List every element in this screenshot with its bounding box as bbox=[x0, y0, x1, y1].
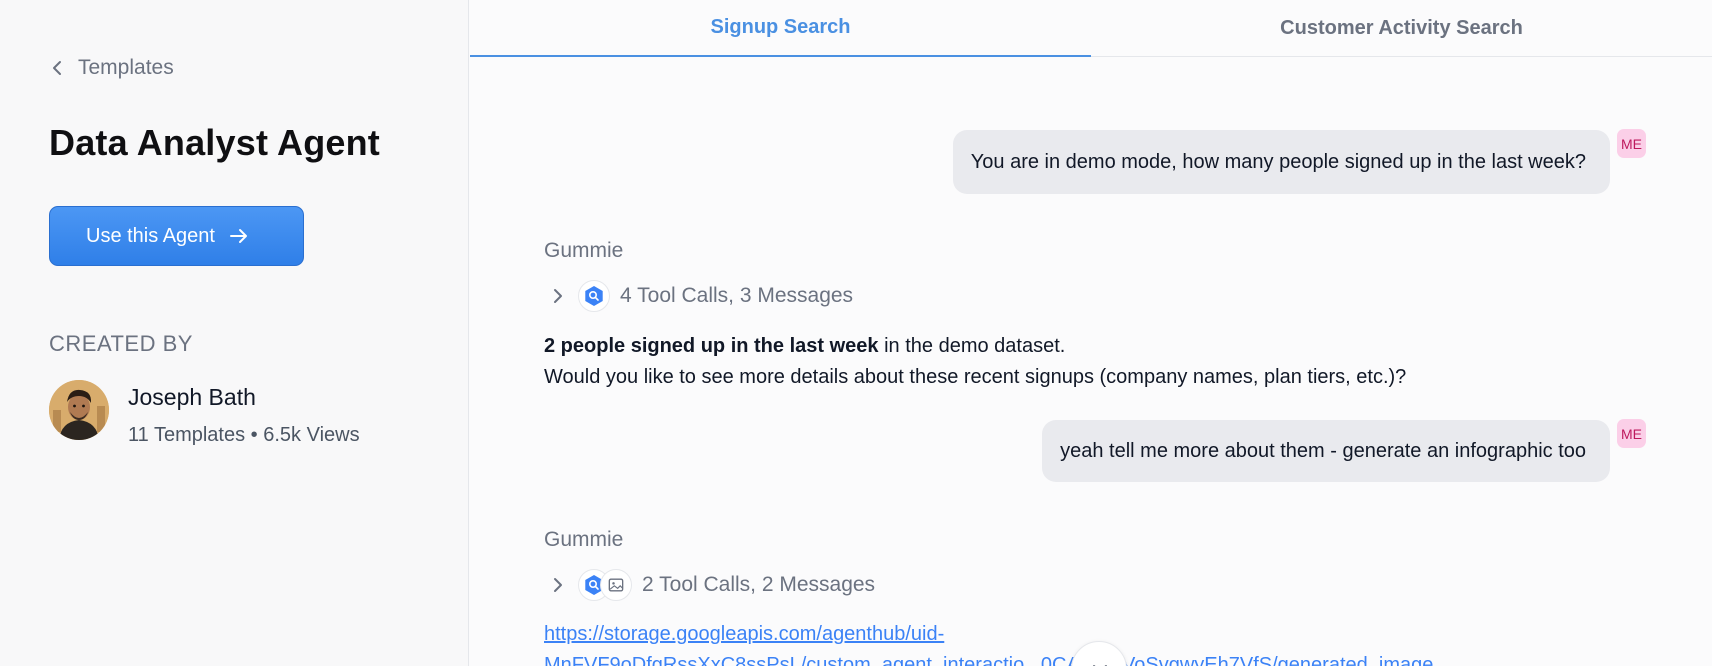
agent-sender-name: Gummie bbox=[544, 239, 624, 262]
author-name[interactable]: Joseph Bath bbox=[128, 384, 256, 411]
tab-signup-search[interactable]: Signup Search bbox=[470, 0, 1091, 57]
tab-customer-activity-search[interactable]: Customer Activity Search bbox=[1091, 0, 1712, 57]
scroll-down-button[interactable] bbox=[1071, 641, 1127, 666]
chevron-right-icon bbox=[554, 289, 562, 303]
chevron-left-icon bbox=[53, 61, 61, 75]
user-message: yeah tell me more about them - generate … bbox=[1042, 420, 1610, 482]
user-avatar-badge: ME bbox=[1617, 419, 1646, 448]
generated-image-link[interactable]: https://storage.googleapis.com/agenthub/… bbox=[544, 623, 944, 646]
author-stats: 11 Templates • 6.5k Views bbox=[128, 424, 360, 446]
use-agent-button[interactable]: Use this Agent bbox=[49, 206, 304, 266]
user-message: You are in demo mode, how many people si… bbox=[952, 130, 1610, 194]
user-avatar-badge: ME bbox=[1617, 129, 1646, 158]
back-link-label: Templates bbox=[78, 56, 174, 79]
answer-rest: in the demo dataset. bbox=[878, 335, 1066, 357]
chevron-right-icon bbox=[554, 578, 562, 592]
image-tool-icon bbox=[600, 569, 632, 601]
arrow-right-icon bbox=[229, 229, 247, 243]
use-agent-button-label: Use this Agent bbox=[86, 224, 215, 247]
back-to-templates-link[interactable]: Templates bbox=[50, 56, 174, 80]
author-portrait bbox=[49, 380, 109, 440]
user-message-text: You are in demo mode, how many people si… bbox=[970, 150, 1586, 173]
agent-sender-name: Gummie bbox=[544, 528, 624, 551]
agent-answer-line1: 2 people signed up in the last week in t… bbox=[544, 331, 1406, 362]
tool-calls-summary: 2 Tool Calls, 2 Messages bbox=[642, 573, 876, 596]
generated-image-link-continued[interactable]: MnFVF9oDfgRssXxC8ssPsL/custom_agent_inte… bbox=[544, 654, 1433, 666]
user-message-text: yeah tell me more about them - generate … bbox=[1060, 439, 1586, 462]
agent-answer-line2: Would you like to see more details about… bbox=[544, 366, 1407, 388]
sidebar: Templates Data Analyst Agent Use this Ag… bbox=[0, 0, 469, 666]
tool-calls-toggle[interactable]: 2 Tool Calls, 2 Messages bbox=[544, 567, 875, 603]
tool-calls-summary: 4 Tool Calls, 3 Messages bbox=[620, 284, 854, 307]
author-avatar[interactable] bbox=[49, 380, 109, 440]
agent-answer: 2 people signed up in the last week in t… bbox=[544, 331, 1406, 393]
tab-bar: Signup Search Customer Activity Search bbox=[470, 0, 1712, 57]
answer-highlight: 2 people signed up in the last week bbox=[544, 335, 879, 357]
chat-panel: Signup Search Customer Activity Search Y… bbox=[470, 0, 1712, 666]
page-title: Data Analyst Agent bbox=[49, 122, 380, 163]
chevron-down-icon bbox=[1093, 665, 1107, 666]
created-by-label: CREATED BY bbox=[49, 331, 193, 356]
tool-calls-toggle[interactable]: 4 Tool Calls, 3 Messages bbox=[544, 278, 853, 314]
search-tool-icon bbox=[578, 280, 610, 312]
